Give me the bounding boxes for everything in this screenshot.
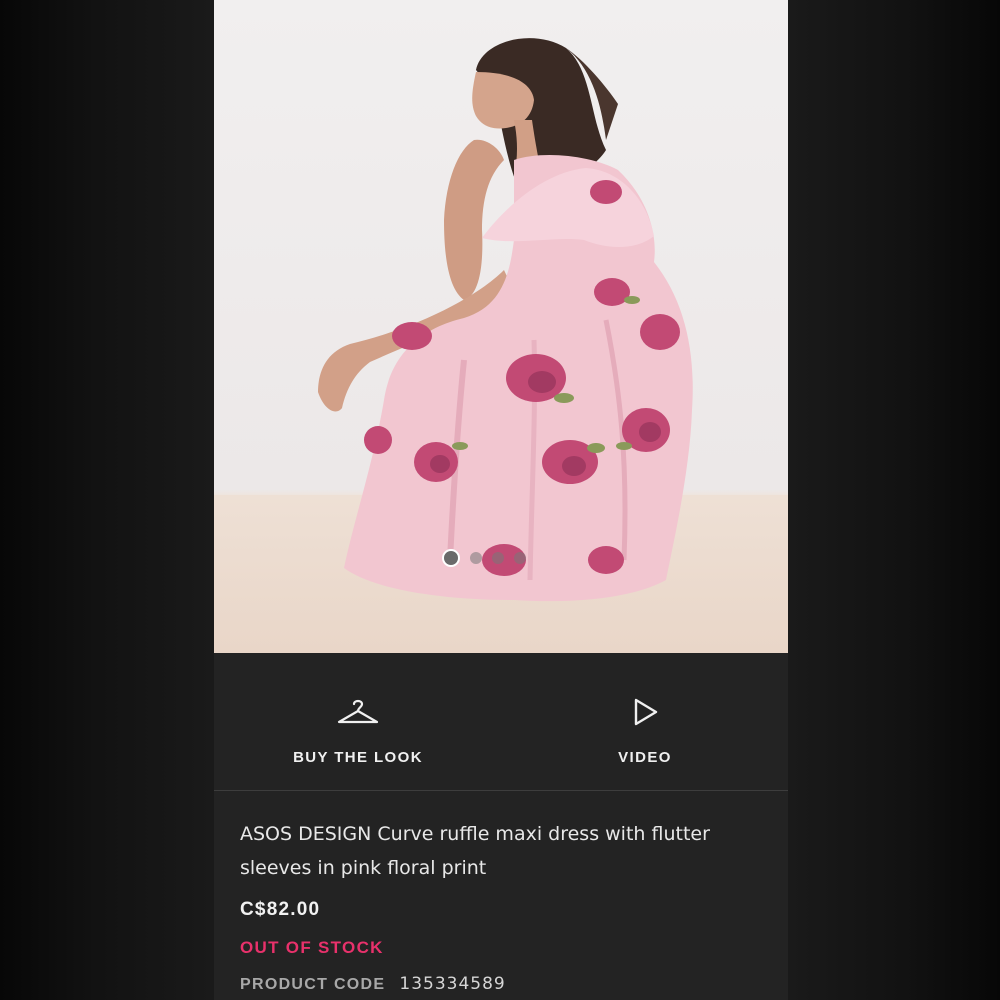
carousel-dot-3[interactable] xyxy=(492,552,504,564)
carousel-dot-2[interactable] xyxy=(470,552,482,564)
play-icon xyxy=(545,693,745,727)
backdrop-right xyxy=(788,0,1000,1000)
backdrop-left xyxy=(0,0,214,1000)
buy-the-look-button[interactable]: BUY THE LOOK xyxy=(258,693,458,766)
stock-status: OUT OF STOCK xyxy=(240,938,384,957)
product-code-value: 135334589 xyxy=(399,974,506,994)
video-button[interactable]: VIDEO xyxy=(545,693,745,766)
product-page: BUY THE LOOK VIDEO ASOS DESIGN Curve ruf… xyxy=(214,0,788,1000)
product-image-carousel[interactable] xyxy=(214,0,788,653)
carousel-dot-1[interactable] xyxy=(442,549,460,567)
product-code-row: PRODUCT CODE 135334589 xyxy=(240,974,762,994)
product-info: ASOS DESIGN Curve ruffle maxi dress with… xyxy=(214,791,788,994)
media-actions: BUY THE LOOK VIDEO xyxy=(214,653,788,791)
product-title: ASOS DESIGN Curve ruffle maxi dress with… xyxy=(240,823,710,879)
buy-the-look-label: BUY THE LOOK xyxy=(293,749,423,766)
product-code-label: PRODUCT CODE xyxy=(240,976,386,993)
carousel-pagination[interactable] xyxy=(442,547,572,569)
carousel-dot-4[interactable] xyxy=(514,552,526,564)
hanger-icon xyxy=(258,693,458,727)
product-price: C$82.00 xyxy=(240,899,321,920)
video-label: VIDEO xyxy=(618,749,672,766)
